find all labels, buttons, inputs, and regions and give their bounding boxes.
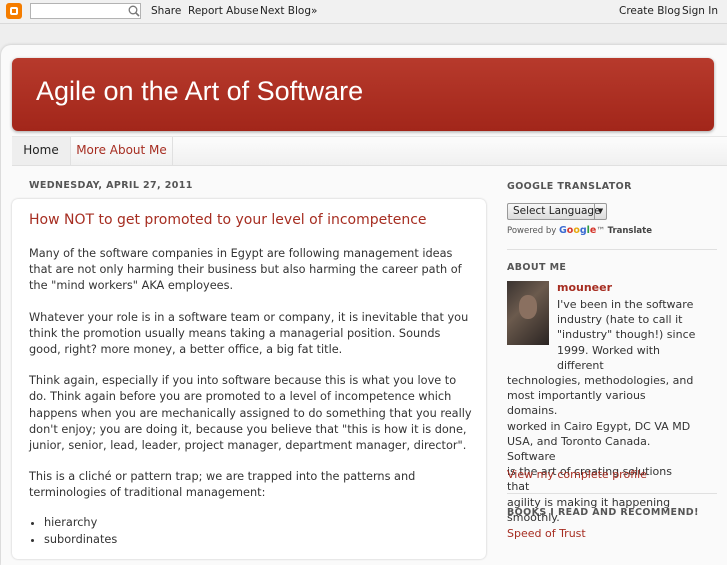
profile-line: "industry" though!) since: [557, 328, 696, 342]
profile-line: USA, and Toronto Canada. Software: [507, 434, 651, 464]
list-item: hierarchy: [44, 514, 474, 532]
book-link-speed-of-trust[interactable]: Speed of Trust: [507, 527, 586, 540]
powered-by-text: Powered by: [507, 226, 557, 236]
dropdown-arrow-icon[interactable]: ▼: [594, 204, 606, 219]
post-paragraph: Think again, especially if you into soft…: [29, 374, 472, 453]
post-date: WEDNESDAY, APRIL 27, 2011: [29, 180, 193, 191]
profile-line: most importantly various domains.: [507, 389, 646, 418]
tab-more-about-me[interactable]: More About Me: [71, 137, 173, 165]
profile-line: industry (hate to call it: [557, 313, 683, 327]
post-paragraph: This is a cliché or pattern trap; we are…: [29, 470, 416, 500]
blogger-logo-icon[interactable]: [6, 3, 22, 19]
list-item: subordinates: [44, 531, 474, 549]
blog-header: Agile on the Art of Software: [12, 58, 714, 131]
profile-line: worked in Cairo Egypt, DC VA MD: [507, 419, 691, 433]
search-icon[interactable]: [127, 4, 141, 18]
profile-line: technologies, methodologies, and: [507, 374, 694, 388]
post-list: hierarchy subordinates: [29, 514, 474, 549]
create-blog-link[interactable]: Create Blog: [619, 5, 680, 17]
tab-home[interactable]: Home: [12, 137, 71, 165]
language-select[interactable]: Select Language ▼: [507, 203, 607, 220]
widget-divider: [507, 493, 717, 494]
post-title[interactable]: How NOT to get promoted to your level of…: [29, 212, 427, 228]
next-blog-link[interactable]: Next Blog»: [260, 5, 317, 17]
about-widget-title: ABOUT ME: [507, 262, 567, 273]
share-link[interactable]: Share: [151, 5, 181, 17]
translate-text: Translate: [607, 226, 652, 236]
profile-line: I've been in the software: [557, 298, 694, 311]
trademark-mark: ™: [596, 226, 605, 236]
post-paragraph: Whatever your role is in a software team…: [29, 310, 469, 357]
language-select-label: Select Language: [513, 205, 601, 217]
navbar-search-input[interactable]: [30, 3, 141, 19]
books-widget-title: BOOKS I READ AND RECOMMEND!: [507, 507, 699, 518]
post-body: Many of the software companies in Egypt …: [29, 246, 474, 549]
blog-title[interactable]: Agile on the Art of Software: [36, 76, 363, 107]
view-profile-link[interactable]: View my complete profile: [507, 468, 647, 481]
post-paragraph: Many of the software companies in Egypt …: [29, 247, 462, 293]
page-tabs: Home More About Me: [12, 136, 727, 166]
sign-in-link[interactable]: Sign In: [682, 5, 718, 17]
translator-widget-title: GOOGLE TRANSLATOR: [507, 181, 632, 192]
profile-name[interactable]: mouneer: [557, 281, 612, 294]
blogger-navbar: Share Report Abuse Next Blog» Create Blo…: [0, 0, 727, 24]
profile-description: I've been in the software industry (hate…: [507, 297, 697, 525]
report-abuse-link[interactable]: Report Abuse: [188, 5, 259, 17]
profile-line: 1999. Worked with different: [557, 343, 661, 372]
widget-divider: [507, 249, 717, 250]
google-logo[interactable]: Google: [559, 225, 596, 236]
powered-by-google: Powered by Google™ Translate: [507, 225, 652, 236]
